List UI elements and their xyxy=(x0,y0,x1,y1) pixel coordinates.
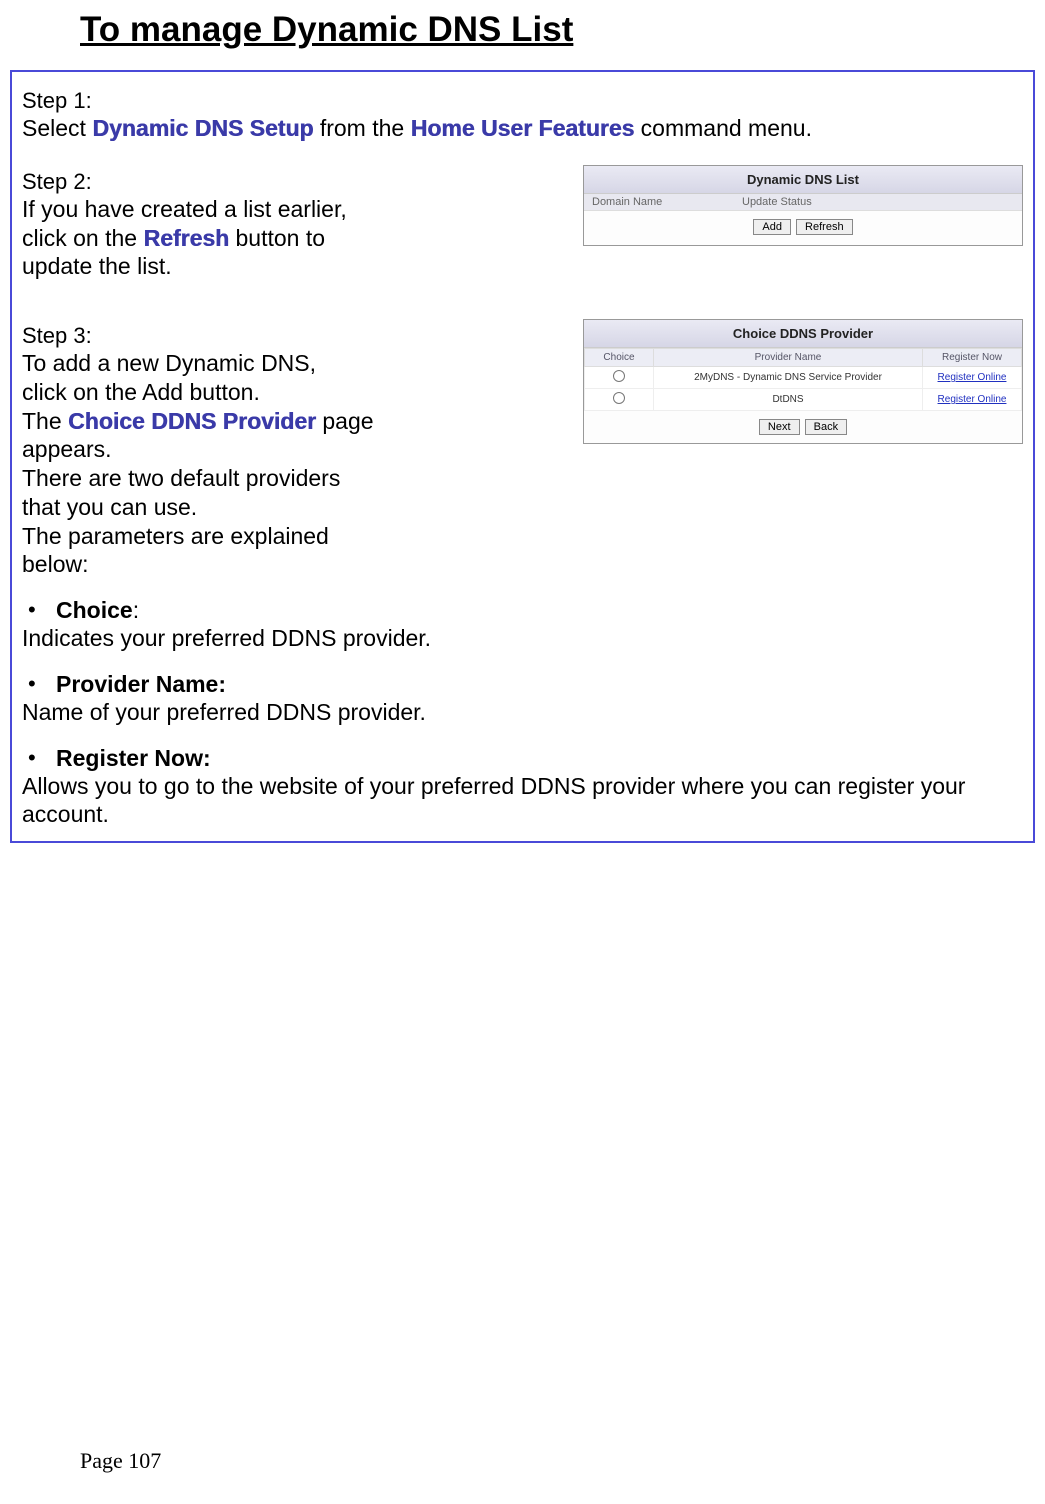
next-button[interactable]: Next xyxy=(759,419,800,435)
th-register: Register Now xyxy=(923,349,1022,367)
bullet-desc: Indicates your preferred DDNS provider. xyxy=(22,624,1023,653)
bullet-icon: • xyxy=(22,597,56,623)
step3-label: Step 3: xyxy=(22,323,559,349)
dns-col-status: Update Status xyxy=(742,196,812,208)
step2-block: Step 2: If you have created a list earli… xyxy=(22,161,1023,281)
page-number: Page 107 xyxy=(80,1448,161,1474)
ddns-provider-panel: Choice DDNS Provider Choice Provider Nam… xyxy=(583,319,1023,444)
dns-list-title: Dynamic DNS List xyxy=(584,166,1022,194)
step2-refresh-hl: Refresh xyxy=(143,225,229,251)
step1-label: Step 1: xyxy=(22,88,1023,114)
step3-line8: below: xyxy=(22,550,559,579)
step3-block: Step 3: To add a new Dynamic DNS, click … xyxy=(22,315,1023,579)
dns-list-header: Domain Name Update Status xyxy=(584,194,1022,211)
step3-line3a: The xyxy=(22,408,68,434)
dns-col-domain: Domain Name xyxy=(592,196,742,208)
provider-name-cell: DtDNS xyxy=(654,389,923,411)
bullet-label: Provider Name: xyxy=(56,671,226,697)
bullet-label: Choice xyxy=(56,597,133,623)
bullet-desc: Allows you to go to the website of your … xyxy=(22,772,1023,830)
step3-line5: There are two default providers xyxy=(22,464,559,493)
choice-radio[interactable] xyxy=(613,370,625,382)
step1-hl1: Dynamic DNS Setup xyxy=(92,115,313,141)
table-row: DtDNS Register Online xyxy=(585,389,1022,411)
step3-hl: Choice DDNS Provider xyxy=(68,408,316,434)
bullet-provider: •Provider Name: Name of your preferred D… xyxy=(22,671,1023,727)
step2-line2: click on the Refresh button to xyxy=(22,224,559,253)
choice-radio[interactable] xyxy=(613,392,625,404)
ddns-provider-title: Choice DDNS Provider xyxy=(584,320,1022,348)
step3-line4: appears. xyxy=(22,435,559,464)
provider-name-cell: 2MyDNS - Dynamic DNS Service Provider xyxy=(654,367,923,389)
step2-line2b: button to xyxy=(229,225,325,251)
bullet-suffix: : xyxy=(133,597,139,623)
bullet-register: •Register Now: Allows you to go to the w… xyxy=(22,745,1023,830)
step3-line3b: page xyxy=(316,408,374,434)
step2-label: Step 2: xyxy=(22,169,559,195)
step3-line7: The parameters are explained xyxy=(22,522,559,551)
instruction-box: Step 1: Select Dynamic DNS Setup from th… xyxy=(10,70,1035,843)
step2-line2a: click on the xyxy=(22,225,143,251)
step2-line3: update the list. xyxy=(22,252,559,281)
bullet-desc: Name of your preferred DDNS provider. xyxy=(22,698,1023,727)
page-title: To manage Dynamic DNS List xyxy=(80,10,1045,50)
th-choice: Choice xyxy=(585,349,654,367)
step3-line6: that you can use. xyxy=(22,493,559,522)
register-link[interactable]: Register Online xyxy=(938,394,1007,405)
bullet-label: Register Now: xyxy=(56,745,211,771)
register-link[interactable]: Register Online xyxy=(938,372,1007,383)
back-button[interactable]: Back xyxy=(805,419,847,435)
step2-line1: If you have created a list earlier, xyxy=(22,195,559,224)
step1-pre: Select xyxy=(22,115,92,141)
step1-hl2: Home User Features xyxy=(411,115,635,141)
bullet-icon: • xyxy=(22,745,56,771)
th-provider: Provider Name xyxy=(654,349,923,367)
dns-list-buttons: Add Refresh xyxy=(584,211,1022,245)
bullet-icon: • xyxy=(22,671,56,697)
refresh-button[interactable]: Refresh xyxy=(796,219,853,235)
step3-line3: The Choice DDNS Provider page xyxy=(22,407,559,436)
table-row: 2MyDNS - Dynamic DNS Service Provider Re… xyxy=(585,367,1022,389)
dns-list-panel: Dynamic DNS List Domain Name Update Stat… xyxy=(583,165,1023,246)
ddns-buttons: Next Back xyxy=(584,411,1022,443)
step1-post: command menu. xyxy=(634,115,812,141)
ddns-provider-table: Choice Provider Name Register Now 2MyDNS… xyxy=(584,348,1022,411)
add-button[interactable]: Add xyxy=(753,219,791,235)
step3-line2: click on the Add button. xyxy=(22,378,559,407)
step3-line1: To add a new Dynamic DNS, xyxy=(22,349,559,378)
step1-mid: from the xyxy=(313,115,410,141)
bullet-choice: •Choice: Indicates your preferred DDNS p… xyxy=(22,597,1023,653)
step1-text: Select Dynamic DNS Setup from the Home U… xyxy=(22,114,1023,143)
